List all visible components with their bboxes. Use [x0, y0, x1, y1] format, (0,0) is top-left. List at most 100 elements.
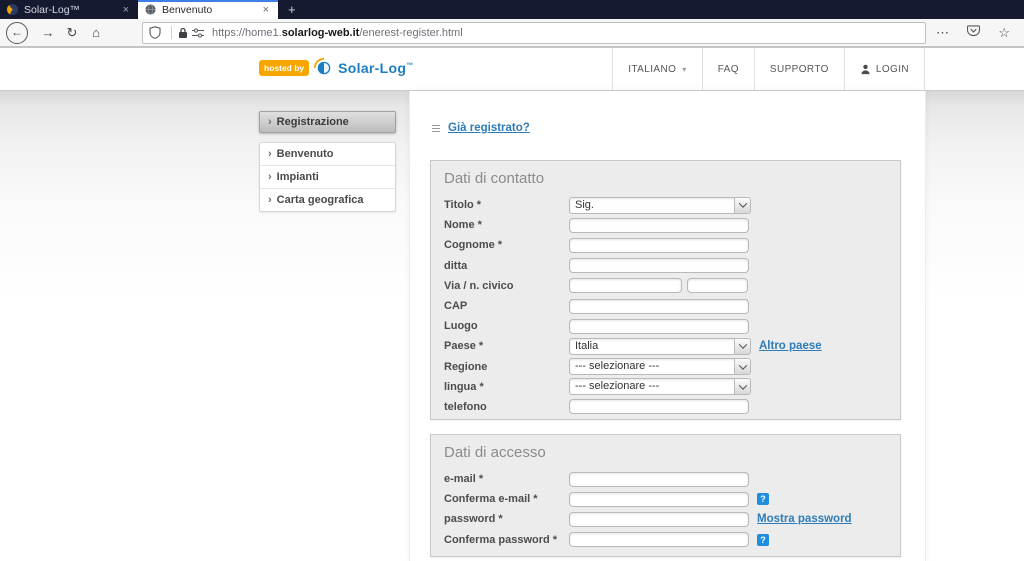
field-label: Luogo [444, 320, 569, 332]
home-button[interactable]: ⌂ [84, 25, 108, 40]
chevron-down-icon[interactable] [734, 359, 750, 374]
nav-faq[interactable]: FAQ [702, 48, 754, 90]
field-label: Conferma password * [444, 534, 569, 546]
nav-login[interactable]: LOGIN [844, 48, 925, 90]
form-row-telefono: telefono [431, 397, 900, 417]
select-value: Sig. [570, 198, 734, 213]
tab-title: Benvenuto [162, 4, 261, 16]
close-tab-icon[interactable]: × [261, 4, 271, 16]
chevron-right-icon: › [268, 194, 272, 206]
pocket-icon[interactable] [967, 25, 980, 40]
show-password-link[interactable]: Mostra password [757, 513, 852, 525]
field-label: Paese * [444, 340, 569, 352]
tab-bar: Solar-Log™ × Benvenuto × + [0, 0, 1024, 19]
last-name-input[interactable] [569, 238, 749, 253]
confirm-email-input[interactable] [569, 492, 749, 507]
form-row-luogo: Luogo [431, 316, 900, 336]
already-registered-link[interactable]: Già registrato? [448, 122, 530, 134]
tab-solarlog[interactable]: Solar-Log™ × [0, 0, 138, 19]
site-nav: ITALIANO ▾ FAQ SUPPORTO LOGIN [612, 48, 925, 90]
form-row-nome: Nome * [431, 215, 900, 235]
language-select[interactable]: --- selezionare --- [569, 378, 751, 395]
form-row-password: password * Mostra password [431, 509, 900, 529]
help-icon[interactable]: ? [757, 534, 769, 546]
country-select[interactable]: Italia [569, 338, 751, 355]
tab-title: Solar-Log™ [24, 4, 121, 16]
form-row-email: e-mail * [431, 469, 900, 489]
form-row-via: Via / n. civico [431, 276, 900, 296]
supporto-label: SUPPORTO [770, 64, 829, 75]
site-header: hosted by Solar-Log™ ITALIANO ▾ FAQ SUPP… [0, 48, 1024, 91]
form-row-paese: Paese * Italia Altro paese [431, 336, 900, 356]
nav-buttons: ← → ↻ ⌂ [0, 22, 142, 44]
back-button[interactable]: ← [6, 22, 28, 44]
form-row-confirm-email: Conferma e-mail * ? [431, 489, 900, 509]
chevron-down-icon[interactable] [734, 198, 750, 213]
already-registered-row: Già registrato? [432, 122, 530, 134]
chevron-down-icon[interactable] [734, 379, 750, 394]
confirm-password-input[interactable] [569, 532, 749, 547]
bookmark-star-icon[interactable]: ☆ [998, 25, 1010, 41]
sidebar-item-label: Carta geografica [277, 194, 364, 206]
field-label: e-mail * [444, 473, 569, 485]
form-row-regione: Regione --- selezionare --- [431, 357, 900, 377]
password-input[interactable] [569, 512, 749, 527]
form-row-cognome: Cognome * [431, 235, 900, 255]
field-label: Via / n. civico [444, 280, 569, 292]
solarlog-favicon-icon [7, 4, 18, 15]
field-label: Regione [444, 361, 569, 373]
help-icon[interactable]: ? [757, 493, 769, 505]
url-path: /enerest-register.html [359, 27, 462, 39]
sidebar-item-label: Benvenuto [277, 148, 334, 160]
sidebar-item-label: Impianti [277, 171, 319, 183]
field-label: telefono [444, 401, 569, 413]
first-name-input[interactable] [569, 218, 749, 233]
close-tab-icon[interactable]: × [121, 4, 131, 16]
city-input[interactable] [569, 319, 749, 334]
nav-supporto[interactable]: SUPPORTO [754, 48, 844, 90]
panel-title: Dati di accesso [431, 435, 900, 469]
select-value: Italia [570, 339, 734, 354]
permissions-icon[interactable] [192, 28, 204, 38]
sidebar-item-impianti[interactable]: › Impianti [260, 166, 395, 189]
url-text: https://home1.solarlog-web.it/enerest-re… [212, 27, 463, 39]
email-input[interactable] [569, 472, 749, 487]
chevron-down-icon[interactable] [734, 339, 750, 354]
title-select[interactable]: Sig. [569, 197, 751, 214]
page-actions-icon[interactable]: ⋯ [936, 25, 949, 41]
url-bar[interactable]: https://home1.solarlog-web.it/enerest-re… [142, 22, 926, 44]
trademark: ™ [406, 62, 413, 69]
faq-label: FAQ [718, 64, 739, 75]
divider [171, 26, 172, 39]
forward-button[interactable]: → [36, 25, 60, 40]
lock-icon[interactable] [178, 27, 188, 39]
reload-button[interactable]: ↻ [60, 25, 84, 41]
form-row-titolo: Titolo * Sig. [431, 195, 900, 215]
sidebar-item-benvenuto[interactable]: › Benvenuto [260, 143, 395, 166]
form-row-confirm-password: Conferma password * ? [431, 530, 900, 550]
region-select[interactable]: --- selezionare --- [569, 358, 751, 375]
street-input[interactable] [569, 278, 682, 293]
access-data-panel: Dati di accesso e-mail * Conferma e-mail… [430, 434, 901, 557]
site-logo[interactable]: hosted by Solar-Log™ [259, 58, 414, 78]
page-content: › Registrazione › Benvenuto › Impianti ›… [0, 91, 1024, 561]
sidebar-item-registrazione[interactable]: › Registrazione [259, 111, 396, 133]
browser-window: Solar-Log™ × Benvenuto × + ← → ↻ ⌂ [0, 0, 1024, 561]
company-input[interactable] [569, 258, 749, 273]
shield-icon[interactable] [149, 26, 161, 39]
chevron-right-icon: › [268, 116, 272, 128]
street-number-input[interactable] [687, 278, 748, 293]
field-label: password * [444, 513, 569, 525]
field-label: Cognome * [444, 239, 569, 251]
zip-input[interactable] [569, 299, 749, 314]
person-icon [860, 64, 871, 75]
tab-benvenuto[interactable]: Benvenuto × [138, 0, 278, 19]
phone-input[interactable] [569, 399, 749, 414]
other-country-link[interactable]: Altro paese [759, 340, 822, 352]
sidebar: › Registrazione › Benvenuto › Impianti ›… [259, 111, 396, 212]
toolbar-actions: ⋯ ☆ [936, 25, 1024, 41]
language-selector[interactable]: ITALIANO ▾ [612, 48, 701, 90]
web-page: hosted by Solar-Log™ ITALIANO ▾ FAQ SUPP… [0, 48, 1024, 561]
sidebar-item-carta-geografica[interactable]: › Carta geografica [260, 189, 395, 211]
new-tab-button[interactable]: + [278, 0, 306, 19]
